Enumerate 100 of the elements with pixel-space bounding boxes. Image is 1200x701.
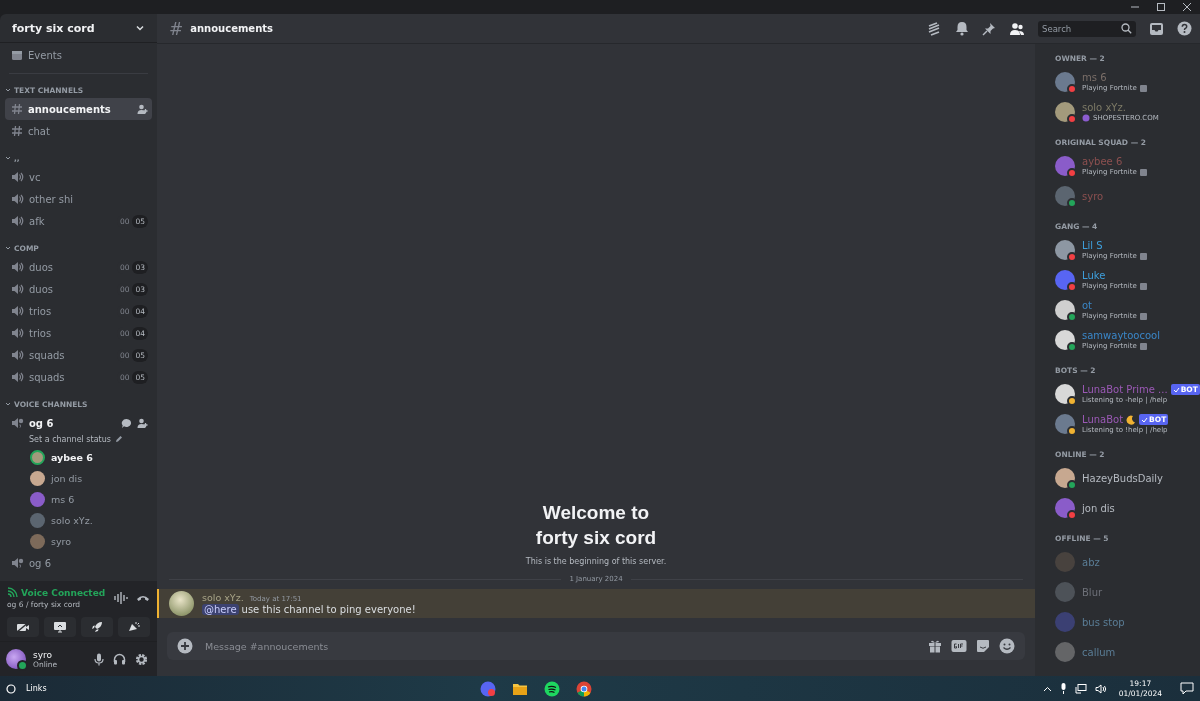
member-name: callum — [1082, 646, 1116, 658]
moon-icon — [1126, 414, 1137, 425]
channel-item[interactable]: annoucements — [5, 98, 152, 120]
member-name: solo xYz. — [1082, 102, 1126, 113]
speaker-icon — [11, 349, 24, 361]
welcome-subtitle: This is the beginning of this server. — [524, 557, 668, 566]
member-name: syro — [1082, 190, 1104, 202]
screen-share-icon — [53, 621, 67, 633]
member-name: jon dis — [1082, 502, 1115, 514]
member-name: ms 6 — [1082, 72, 1107, 83]
threads-icon[interactable] — [926, 21, 942, 36]
close-icon[interactable] — [1182, 2, 1192, 12]
speaker-icon — [11, 327, 24, 339]
member-item[interactable]: HazeyBudsDaily — [1049, 463, 1200, 493]
avatar[interactable] — [169, 591, 194, 616]
voice-user[interactable]: syro — [5, 531, 152, 552]
chevron-icon — [5, 401, 11, 407]
taskbar-search[interactable]: Links — [6, 683, 206, 694]
add-icon[interactable] — [177, 638, 193, 654]
add-member-icon[interactable] — [137, 103, 148, 115]
member-name: samwaytoocool — [1082, 330, 1160, 341]
speaker-icon — [11, 417, 24, 429]
screen-share-button[interactable] — [44, 617, 76, 637]
member-name: ot — [1082, 300, 1093, 311]
user-avatar[interactable] — [6, 649, 26, 669]
member-name: Blur — [1082, 586, 1103, 598]
microphone-icon[interactable] — [94, 652, 104, 666]
speaker-icon — [11, 261, 24, 273]
waveform-icon[interactable] — [114, 592, 128, 604]
volume-icon[interactable] — [1094, 683, 1107, 694]
events-item[interactable]: Events — [5, 44, 152, 66]
chevron-icon — [5, 155, 11, 161]
welcome-title: Welcome to forty six cord — [534, 501, 658, 550]
events-label: Events — [28, 49, 62, 61]
speaker-icon — [11, 557, 24, 569]
folder-icon[interactable] — [512, 681, 528, 696]
sticker-icon[interactable] — [976, 639, 990, 653]
pencil-icon[interactable] — [114, 435, 123, 443]
add-member-icon[interactable] — [137, 417, 148, 429]
channel-title: annoucements — [190, 23, 273, 34]
soundboard-button[interactable] — [118, 617, 150, 637]
circle-icon — [6, 683, 16, 694]
chevron-up-icon[interactable] — [1042, 685, 1052, 692]
member-name: Lil S — [1082, 240, 1103, 251]
message-input[interactable]: Message #annoucements — [167, 632, 1025, 660]
microphone-icon[interactable] — [1059, 683, 1067, 694]
username: syro — [33, 649, 53, 660]
music-app-icon[interactable] — [544, 680, 560, 697]
channel-item[interactable]: og 6 — [5, 412, 152, 434]
speaker-icon — [11, 371, 24, 383]
hash-icon — [11, 125, 23, 137]
gift-icon[interactable] — [928, 639, 942, 653]
member-name: LunaBot Prime ... — [1082, 384, 1168, 395]
help-icon[interactable] — [1177, 21, 1192, 36]
member-name: LunaBot — [1082, 414, 1124, 425]
browser-icon[interactable] — [576, 680, 592, 697]
camera-off-button[interactable] — [7, 617, 39, 637]
hash-icon: # — [169, 18, 184, 39]
disconnect-icon[interactable] — [136, 593, 150, 603]
settings-icon[interactable] — [135, 652, 148, 666]
channel-status-hint[interactable]: Set a channel status — [29, 434, 111, 444]
signal-icon — [7, 587, 18, 598]
notification-icon[interactable] — [1180, 682, 1194, 695]
hash-icon — [11, 103, 23, 115]
voice-user[interactable]: aybee 6 — [5, 447, 152, 468]
headphones-icon[interactable] — [113, 653, 126, 665]
members-icon[interactable] — [1009, 21, 1025, 36]
bell-icon[interactable] — [955, 21, 969, 36]
member-name: aybee 6 — [1082, 156, 1123, 167]
maximize-icon[interactable] — [1156, 2, 1166, 12]
voice-user[interactable]: solo xYz. — [5, 510, 152, 531]
mention[interactable]: @here — [202, 604, 239, 615]
channel-item[interactable]: chat — [5, 120, 152, 142]
search-field[interactable]: Search — [1038, 20, 1136, 37]
member-name: bus stop — [1082, 616, 1125, 628]
voice-status: Voice Connected — [21, 587, 106, 598]
voice-user[interactable]: jon dis — [5, 468, 152, 489]
channel-item[interactable]: other shi — [5, 188, 152, 210]
rocket-icon — [91, 621, 103, 633]
member-name: HazeyBudsDaily — [1082, 472, 1164, 484]
pin-icon[interactable] — [982, 21, 996, 36]
message-text: use this channel to ping everyone! — [241, 604, 416, 615]
chat-bubble-icon[interactable] — [121, 417, 132, 429]
speaker-icon — [11, 171, 24, 183]
member-item[interactable]: jon dis — [1049, 493, 1200, 523]
speaker-icon — [11, 193, 24, 205]
message-author[interactable]: solo xYz. — [202, 592, 244, 603]
camera-off-icon — [16, 621, 30, 633]
channel-item[interactable]: og 6 — [5, 552, 152, 574]
inbox-icon[interactable] — [1149, 21, 1164, 36]
emoji-icon[interactable] — [999, 638, 1015, 654]
speaker-icon — [11, 215, 24, 227]
member-name: Luke — [1082, 270, 1106, 281]
chevron-icon — [5, 245, 11, 251]
network-icon[interactable] — [1074, 683, 1087, 694]
channel-item[interactable]: vc — [5, 166, 152, 188]
voice-user[interactable]: ms 6 — [5, 489, 152, 510]
chevron-icon — [5, 87, 11, 93]
rocket-button[interactable] — [81, 617, 113, 637]
gif-icon[interactable] — [951, 639, 967, 653]
